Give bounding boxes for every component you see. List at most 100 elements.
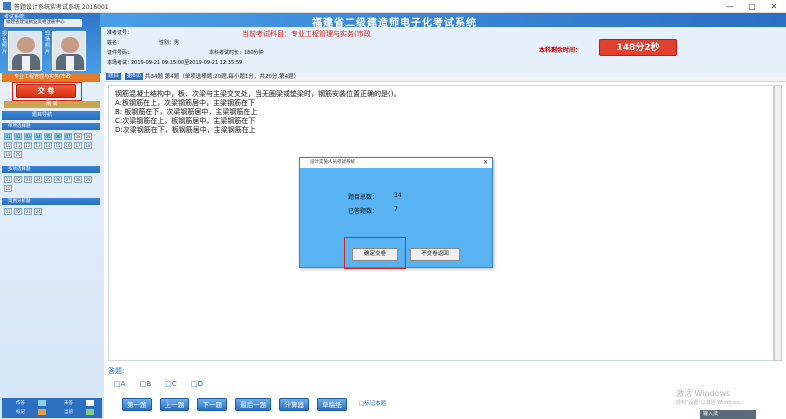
grid-multi: 01 02 03 04 05 06 07 08 09 10 — [4, 176, 100, 192]
app-window: 答题设计系统实考试系统 2016001 — □ ✕ 考试系统: 福建省建设执业资… — [0, 0, 786, 419]
question-cell[interactable]: 13 — [34, 142, 42, 149]
question-cell[interactable]: 04 — [34, 176, 42, 183]
question-cell[interactable]: 12 — [24, 142, 32, 149]
choice-d[interactable]: □D — [191, 380, 203, 388]
question-cell[interactable]: 15 — [54, 142, 62, 149]
refresh-bar[interactable]: 刷 新 — [4, 101, 100, 108]
question-cell[interactable]: 04 — [34, 133, 42, 140]
prev-question-button[interactable]: 上一题 — [159, 398, 190, 411]
dialog-title-bar: 设计实施人员考试系统 ✕ — [300, 158, 492, 168]
draft-paper-button[interactable]: 草稿纸 — [317, 398, 347, 411]
grid-case: 01 02 03 04 — [4, 208, 100, 215]
legend-undone: 未答 — [64, 401, 73, 406]
first-question-button[interactable]: 第一题 — [122, 398, 152, 411]
dialog-title: 设计实施人员考试系统 — [310, 160, 355, 165]
option-b: B: 板钢筋在下，次梁钢筋居中，主梁钢筋在上 — [115, 108, 258, 116]
answered-label: 已答题数： — [348, 208, 379, 215]
question-cell[interactable]: 07 — [64, 133, 72, 140]
last-question-button[interactable]: 最后一题 — [235, 398, 272, 411]
remain-time-label: 本科剩余时间： — [539, 47, 582, 54]
remain-time: 148分2秒 — [599, 39, 677, 56]
question-cell[interactable]: 06 — [54, 176, 62, 183]
question-cell[interactable]: 02 — [14, 176, 22, 183]
question-cell[interactable]: 08 — [74, 176, 82, 183]
question-bar: 题目 第6页 共34题 第4题（单项选择题:20题,每小题1分，共20分,第4题… — [104, 73, 786, 82]
duration-label: 本科考试时长：180分钟 — [209, 50, 264, 56]
dialog-close-icon[interactable]: ✕ — [483, 158, 488, 168]
question-cell[interactable]: 03 — [24, 176, 32, 183]
name-label: 姓名： — [107, 40, 123, 46]
legend-done-swatch — [38, 400, 46, 406]
banner: 福建省二级建造师电子化考试系统 — [100, 13, 786, 29]
left-panel: 专业工程管理与实务(市政 交 卷 刷 新 题目导航 单项选择题 01 02 03 04… — [0, 73, 104, 419]
candidate-info: 准考证号： 当前考试科目：专业工程管理与实务(市政 姓名： 性别：男 证件号码：… — [101, 27, 786, 73]
scrollbar[interactable] — [774, 85, 782, 361]
question-cell[interactable]: 20 — [14, 151, 22, 158]
exam-time-label: 本场考试： — [107, 60, 133, 66]
question-cell[interactable]: 04 — [34, 208, 42, 215]
cancel-submit-button[interactable]: 不交卷返回 — [410, 248, 460, 261]
question-cell[interactable]: 14 — [44, 142, 52, 149]
activate-windows-hint: 转到"设置"以激活 Windows。 — [676, 400, 745, 406]
maximize-button[interactable]: □ — [742, 0, 762, 13]
cur-tag[interactable]: 第6页 — [124, 73, 144, 80]
question-cell[interactable]: 05 — [44, 133, 52, 140]
section-case[interactable]: 案例分析题 — [2, 198, 100, 205]
answer-label: 答题: — [108, 367, 125, 375]
question-cell[interactable]: 11 — [14, 142, 22, 149]
mark-question-checkbox[interactable]: □标记本题 — [359, 398, 386, 411]
next-question-button[interactable]: 下一题 — [197, 398, 227, 411]
question-cell[interactable]: 18 — [84, 142, 92, 149]
legend-current: 当前 — [64, 410, 73, 415]
gender-label: 性别：男 — [159, 40, 180, 46]
choice-b[interactable]: □B — [140, 380, 151, 388]
section-multi[interactable]: 多项选择题 — [2, 166, 100, 173]
question-cell[interactable]: 19 — [4, 151, 12, 158]
answered-value: 7 — [394, 206, 398, 213]
legend-marked-swatch — [38, 409, 46, 415]
title-bar: 答题设计系统实考试系统 2016001 — □ ✕ — [0, 0, 786, 13]
total-label: 题目总数： — [348, 194, 379, 201]
taskbar-ime: 输入法 — [700, 410, 756, 419]
minimize-button[interactable]: — — [720, 0, 740, 13]
id-label: 证件号码： — [107, 50, 133, 56]
exam-time-value: 2019-09-21 09:15:00至2019-09-21 12:35:59 — [131, 60, 243, 66]
exam-no-label: 准考证号： — [107, 30, 133, 36]
highlight-box-submit — [12, 82, 82, 101]
question-cell[interactable]: 01 — [4, 133, 12, 140]
question-cell[interactable]: 09 — [84, 176, 92, 183]
question-cell[interactable]: 17 — [74, 142, 82, 149]
question-cell[interactable]: 10 — [4, 142, 12, 149]
question-cell[interactable]: 05 — [44, 176, 52, 183]
choice-a[interactable]: □A — [114, 380, 125, 388]
question-cell[interactable]: 02 — [14, 133, 22, 140]
section-single[interactable]: 单项选择题 — [2, 123, 100, 130]
current-subject: 当前考试科目：专业工程管理与实务(市政 — [242, 30, 371, 38]
option-c: C:次梁钢筋在上，板钢筋居中，主梁钢筋在下 — [115, 117, 256, 125]
prev-tag[interactable]: 题目 — [106, 73, 122, 80]
question-cell[interactable]: 06 — [54, 133, 62, 140]
question-cell[interactable]: 10 — [4, 185, 12, 192]
total-value: 34 — [394, 192, 402, 199]
highlight-box-confirm — [344, 237, 406, 269]
legend: 作答 未答 标记 当前 — [2, 398, 102, 418]
question-cell[interactable]: 01 — [4, 176, 12, 183]
subject-tab[interactable]: 专业工程管理与实务(市政 — [2, 73, 100, 82]
calculator-button[interactable]: 计算器 — [279, 398, 309, 411]
org-label: 福建省建设执业资格注册中心 — [4, 19, 82, 27]
question-cell[interactable]: 01 — [4, 208, 12, 215]
question-nav-title: 题目导航 — [2, 111, 100, 120]
option-a: A:板钢筋在上，次梁钢筋居中，主梁钢筋在下 — [115, 99, 256, 107]
option-d: D:次梁钢筋在下，板钢筋居中，主梁钢筋在上 — [115, 126, 256, 134]
question-cell[interactable]: 16 — [64, 142, 72, 149]
choice-c[interactable]: □C — [165, 380, 177, 388]
question-cell[interactable]: 08 — [74, 133, 82, 140]
close-button[interactable]: ✕ — [764, 0, 784, 13]
question-cell[interactable]: 09 — [84, 133, 92, 140]
question-cell[interactable]: 02 — [14, 208, 22, 215]
legend-current-swatch — [86, 409, 94, 415]
question-summary: 共34题 第4题（单项选择题:20题,每小题1分，共20分,第4题） — [145, 74, 300, 80]
question-cell[interactable]: 03 — [24, 208, 32, 215]
question-cell[interactable]: 07 — [64, 176, 72, 183]
question-cell[interactable]: 03 — [24, 133, 32, 140]
